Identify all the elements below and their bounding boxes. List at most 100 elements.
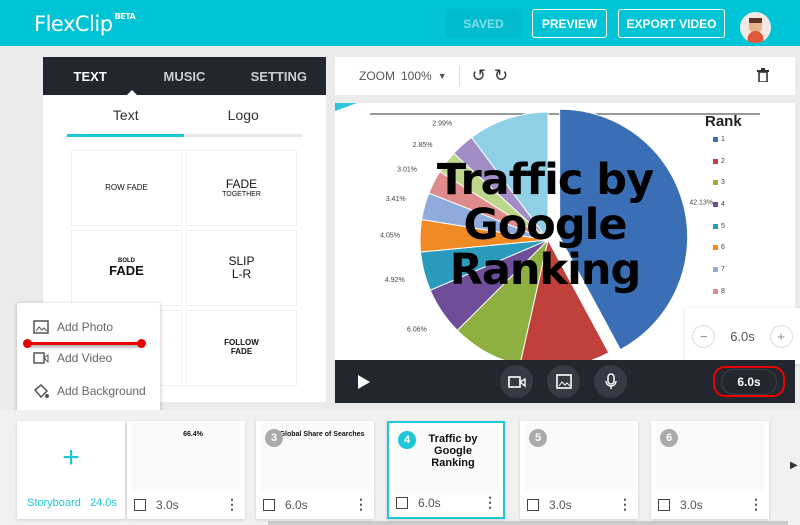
beta-badge: BETA bbox=[114, 12, 136, 21]
clip-duration: 6.0s bbox=[418, 495, 441, 510]
add-scene-button[interactable]: + Storyboard 24.0s bbox=[17, 421, 125, 519]
clip-number: 3 bbox=[265, 429, 283, 447]
card-label: FADE bbox=[109, 263, 144, 279]
more-options-icon[interactable]: ⋮ bbox=[618, 496, 632, 513]
photo-icon bbox=[555, 374, 572, 389]
slice-label: 4.05% bbox=[380, 233, 400, 240]
menu-label: Add Background bbox=[57, 384, 146, 398]
storyboard-clip[interactable]: 5 3.0s ⋮ bbox=[520, 421, 638, 519]
storyboard-clip[interactable]: 66.4% 3.0s ⋮ bbox=[127, 421, 245, 519]
menu-item-add-background[interactable]: Add Background bbox=[33, 383, 146, 399]
title-line: Traffic by bbox=[436, 155, 654, 205]
subtab-underline bbox=[67, 134, 184, 137]
clip-duration: 3.0s bbox=[156, 497, 179, 512]
annotation-red-line bbox=[23, 339, 146, 348]
more-options-icon[interactable]: ⋮ bbox=[354, 496, 368, 513]
record-voice-button[interactable] bbox=[594, 365, 627, 398]
slice-label: 6.06% bbox=[407, 326, 427, 333]
legend-label: 5 bbox=[721, 222, 725, 230]
video-icon bbox=[507, 375, 526, 388]
text-style-follow-fade[interactable]: FOLLOW FADE bbox=[186, 310, 297, 386]
play-icon[interactable] bbox=[357, 374, 371, 390]
zoom-select[interactable]: 100% bbox=[401, 69, 432, 83]
card-label: ROW FADE bbox=[105, 182, 148, 192]
avatar[interactable] bbox=[740, 12, 771, 43]
subtab-text[interactable]: Text bbox=[67, 95, 185, 134]
legend-item: 4 bbox=[713, 201, 725, 223]
tab-music[interactable]: MUSIC bbox=[137, 57, 231, 95]
menu-label: Add Photo bbox=[57, 320, 114, 334]
photo-icon bbox=[527, 498, 539, 511]
text-style-slip-lr[interactable]: SLIP L-R bbox=[186, 230, 297, 306]
add-video-button[interactable] bbox=[500, 365, 533, 398]
storyboard-scrollbar[interactable] bbox=[268, 521, 788, 525]
trash-icon[interactable] bbox=[757, 67, 769, 85]
photo-icon bbox=[134, 498, 146, 511]
menu-item-add-video[interactable]: Add Video bbox=[33, 351, 112, 365]
card-sublabel: L-R bbox=[231, 267, 252, 281]
annotation-red-circle bbox=[713, 366, 785, 397]
clip-number: 4 bbox=[398, 431, 416, 449]
more-options-icon[interactable]: ⋮ bbox=[749, 496, 763, 513]
decrease-duration-button[interactable]: − bbox=[692, 324, 716, 348]
card-sublabel: FADE bbox=[230, 347, 253, 356]
clip-number: 5 bbox=[529, 429, 547, 447]
undo-icon[interactable]: ↺ bbox=[472, 66, 486, 86]
subtab-logo[interactable]: Logo bbox=[185, 95, 303, 134]
legend-swatch bbox=[713, 223, 718, 229]
storyboard-clip[interactable]: Global Share of Searches 3 6.0s ⋮ bbox=[256, 421, 374, 519]
text-style-bold-fade[interactable]: BOLD FADE bbox=[71, 230, 182, 306]
photo-icon bbox=[658, 498, 670, 511]
slice-label: 42.13% bbox=[689, 199, 713, 206]
storyboard-total: 24.0s bbox=[89, 497, 117, 509]
legend-label: 6 bbox=[721, 244, 725, 252]
storyboard-clip[interactable]: 6 3.0s ⋮ bbox=[651, 421, 769, 519]
canvas-toolbar: ZOOM 100% ▼ ↺ ↻ bbox=[335, 57, 795, 95]
preview-button[interactable]: PREVIEW bbox=[532, 9, 607, 38]
title-line: Ranking bbox=[449, 245, 641, 296]
scroll-right-arrow[interactable]: ▶ bbox=[790, 460, 798, 471]
video-icon bbox=[33, 352, 49, 364]
redo-icon[interactable]: ↻ bbox=[494, 66, 508, 86]
clip-duration: 6.0s bbox=[285, 497, 308, 512]
storyboard-clip[interactable]: Traffic by Google Ranking 4 6.0s ⋮ bbox=[387, 421, 505, 519]
duration-value: 6.0s bbox=[730, 328, 755, 344]
tab-text[interactable]: TEXT bbox=[43, 57, 137, 95]
add-photo-button[interactable] bbox=[547, 365, 580, 398]
increase-duration-button[interactable]: + bbox=[769, 324, 793, 348]
tab-setting[interactable]: SETTING bbox=[232, 57, 326, 95]
clip-thumbnail: 6 bbox=[656, 423, 764, 491]
legend-title: Rank bbox=[705, 113, 742, 130]
legend-label: 8 bbox=[721, 287, 725, 295]
legend-swatch bbox=[713, 137, 718, 142]
legend-swatch bbox=[713, 180, 718, 186]
slice-label: 2.99% bbox=[432, 121, 452, 128]
more-options-icon[interactable]: ⋮ bbox=[483, 494, 497, 511]
slice-label: 4.92% bbox=[385, 277, 405, 284]
flexclip-logo[interactable]: FlexClip BETA bbox=[34, 12, 136, 36]
legend-label: 1 bbox=[721, 136, 725, 143]
menu-label: Add Video bbox=[57, 351, 113, 365]
legend-swatch bbox=[713, 202, 718, 208]
legend-label: 3 bbox=[721, 179, 725, 187]
logo-text: FlexClip bbox=[34, 12, 113, 36]
zoom-label: ZOOM bbox=[359, 69, 395, 83]
text-style-row-fade[interactable]: ROW FADE bbox=[71, 150, 182, 226]
export-video-button[interactable]: EXPORT VIDEO bbox=[618, 9, 725, 38]
legend-item: 1 bbox=[713, 136, 725, 158]
chevron-down-icon[interactable]: ▼ bbox=[438, 71, 447, 81]
storyboard-label: Storyboard bbox=[27, 497, 81, 509]
legend-item: 6 bbox=[713, 244, 725, 266]
duration-popover: − 6.0s + bbox=[685, 308, 800, 364]
slice-label: 3.41% bbox=[386, 196, 406, 203]
photo-icon bbox=[263, 498, 275, 511]
menu-item-add-photo[interactable]: Add Photo bbox=[33, 320, 113, 334]
legend-item: 5 bbox=[713, 223, 725, 245]
photo-icon bbox=[33, 320, 49, 334]
title-line: Google bbox=[463, 200, 627, 251]
more-options-icon[interactable]: ⋮ bbox=[225, 496, 239, 513]
text-style-fade-together[interactable]: FADE TOGETHER bbox=[186, 150, 297, 226]
legend-label: 4 bbox=[721, 201, 725, 209]
divider bbox=[458, 66, 460, 86]
saved-button: SAVED bbox=[445, 9, 522, 38]
